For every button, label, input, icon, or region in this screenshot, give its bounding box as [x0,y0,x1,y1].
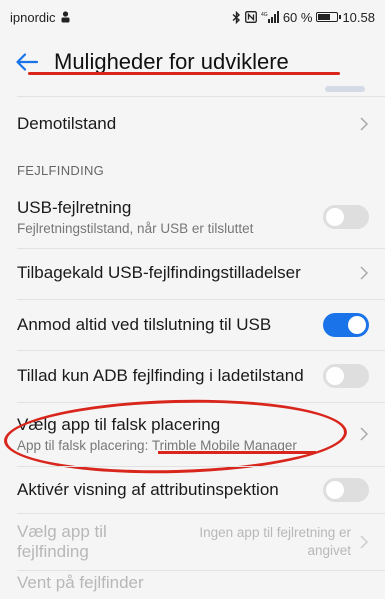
usb-debugging-toggle[interactable] [323,205,369,229]
scrolled-toggle-stub [325,86,365,92]
setting-label: Tilbagekald USB-fejlfindingstilladelser [17,263,301,282]
setting-adb-charging[interactable]: Tillad kun ADB fejlfinding i ladetilstan… [0,351,385,401]
status-bar: ipnordic 4G 60 % 10.58 [0,0,385,34]
ask-usb-toggle[interactable] [323,312,369,337]
setting-hint: Ingen app til fejlretning er angivet [199,524,351,558]
setting-label: USB-fejlretning [17,198,132,217]
chevron-right-icon [360,535,369,549]
toggle-knob [326,481,344,499]
toggle-knob [326,367,344,385]
toggle-knob [326,208,344,226]
back-button[interactable] [0,34,54,90]
nfc-icon [244,11,257,23]
section-header-debugging: FEJLFINDING [17,163,105,178]
signal-icon: 4G [261,11,279,23]
account-icon [61,11,70,23]
setting-label: Aktivér visning af attributinspektion [17,480,279,499]
setting-attribute-inspection[interactable]: Aktivér visning af attributinspektion [0,467,385,513]
setting-label: Demotilstand [17,114,117,133]
setting-label: Vælg app til fejlfinding [17,522,107,561]
setting-ask-usb[interactable]: Anmod altid ved tilslutning til USB [0,300,385,349]
setting-revoke-usb[interactable]: Tilbagekald USB-fejlfindingstilladelser [0,249,385,297]
setting-label: Vent på fejlfinder [17,573,144,592]
attribute-inspection-toggle[interactable] [323,478,369,502]
setting-debug-app[interactable]: Vælg app til fejlfinding Ingen app til f… [0,514,385,570]
toggle-knob [348,315,366,334]
setting-usb-debugging[interactable]: USB-fejlretning Fejlretningstilstand, nå… [0,186,385,248]
arrow-left-icon [16,53,38,71]
annotation-underline [158,451,316,454]
adb-charging-toggle[interactable] [323,364,369,388]
setting-demo-mode[interactable]: Demotilstand [0,97,385,151]
title-annotation-underline [28,72,340,75]
chevron-right-icon [360,266,369,280]
divider [17,570,385,571]
battery-percent: 60 % [282,9,313,25]
setting-description: Fejlretningstilstand, når USB er tilslut… [17,221,254,236]
bluetooth-icon [232,10,240,24]
chevron-right-icon [360,117,369,131]
carrier-name: ipnordic [10,9,56,25]
setting-label: Tillad kun ADB fejlfinding i ladetilstan… [17,366,304,385]
svg-text:4G: 4G [261,12,268,18]
setting-wait-debugger[interactable]: Vent på fejlfinder [0,573,385,599]
app-bar: Muligheder for udviklere [0,34,385,90]
clock: 10.58 [342,9,375,25]
chevron-right-icon [360,427,369,441]
battery-icon [316,12,342,22]
setting-label: Anmod altid ved tilslutning til USB [17,314,272,334]
